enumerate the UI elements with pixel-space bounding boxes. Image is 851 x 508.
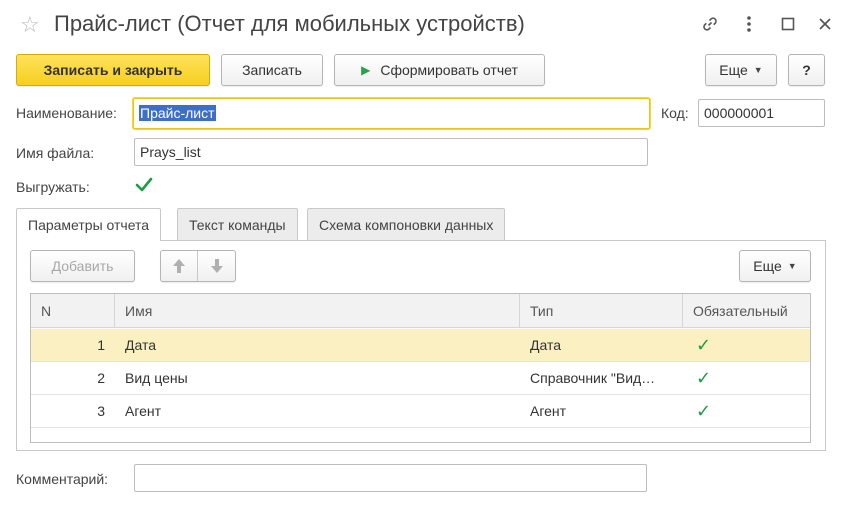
tab-report-params[interactable]: Параметры отчета — [16, 208, 162, 241]
export-label: Выгружать: — [16, 179, 90, 195]
move-down-button[interactable] — [198, 251, 235, 281]
params-more-label: Еще — [753, 258, 782, 274]
arrow-down-icon — [210, 259, 223, 273]
arrow-up-icon — [173, 259, 185, 273]
chevron-down-icon: ▼ — [753, 65, 763, 75]
link-icon[interactable] — [698, 12, 722, 36]
help-button[interactable]: ? — [788, 54, 825, 86]
row-number: 1 — [97, 337, 105, 353]
checkmark-icon — [135, 177, 153, 192]
tab-command-text[interactable]: Текст команды — [177, 208, 298, 240]
column-header-n[interactable]: N — [31, 294, 115, 328]
params-table: N Имя Тип Обязательный 1 Дата Дата ✓ 2 В… — [30, 293, 811, 443]
required-check-icon[interactable]: ✓ — [696, 329, 736, 361]
row-type: Дата — [530, 337, 562, 353]
save-and-close-button[interactable]: Записать и закрыть — [16, 54, 210, 86]
comment-field[interactable] — [134, 464, 647, 492]
close-icon[interactable] — [813, 12, 837, 36]
params-more-button[interactable]: Еще ▼ — [739, 250, 811, 282]
save-button[interactable]: Записать — [221, 54, 323, 86]
more-vertical-icon[interactable] — [737, 12, 761, 36]
window-title: Прайс-лист (Отчет для мобильных устройст… — [54, 11, 525, 36]
move-up-button[interactable] — [161, 251, 199, 281]
row-type: Агент — [530, 403, 567, 419]
column-header-required[interactable]: Обязательный — [683, 294, 810, 328]
required-check-icon[interactable]: ✓ — [696, 362, 736, 394]
comment-label: Комментарий: — [16, 471, 109, 487]
filename-field[interactable]: Prays_list — [134, 138, 648, 166]
export-checkbox[interactable] — [134, 175, 154, 195]
row-type: Справочник "Вид… — [530, 370, 656, 386]
code-field[interactable]: 000000001 — [698, 99, 825, 127]
play-icon: ▶ — [361, 63, 371, 77]
row-number: 2 — [97, 370, 105, 386]
name-field[interactable]: Прайс-лист — [133, 98, 650, 129]
chevron-down-icon: ▼ — [787, 261, 797, 271]
table-row[interactable]: 1 Дата Дата ✓ — [31, 329, 810, 362]
column-header-type[interactable]: Тип — [520, 294, 683, 328]
more-button[interactable]: Еще ▼ — [705, 54, 777, 86]
name-label: Наименование: — [16, 105, 117, 121]
star-icon[interactable]: ☆ — [20, 12, 40, 38]
row-name: Агент — [125, 403, 162, 419]
table-row[interactable]: 3 Агент Агент ✓ — [31, 395, 810, 428]
required-check-icon[interactable]: ✓ — [696, 395, 736, 427]
table-row[interactable]: 2 Вид цены Справочник "Вид… ✓ — [31, 362, 810, 395]
add-button[interactable]: Добавить — [30, 250, 135, 282]
row-name: Вид цены — [125, 370, 188, 386]
generate-report-button[interactable]: ▶ Сформировать отчет — [334, 54, 545, 86]
code-label: Код: — [661, 105, 689, 121]
filename-label: Имя файла: — [16, 145, 95, 161]
tab-data-composition[interactable]: Схема компоновки данных — [307, 208, 506, 240]
maximize-icon[interactable] — [776, 12, 800, 36]
column-header-name[interactable]: Имя — [115, 294, 520, 328]
row-name: Дата — [125, 337, 157, 353]
name-value: Прайс-лист — [139, 105, 216, 121]
table-header: N Имя Тип Обязательный — [31, 294, 810, 328]
generate-report-label: Сформировать отчет — [380, 62, 518, 78]
row-number: 3 — [97, 403, 105, 419]
more-label: Еще — [719, 62, 748, 78]
move-buttons — [160, 250, 236, 282]
